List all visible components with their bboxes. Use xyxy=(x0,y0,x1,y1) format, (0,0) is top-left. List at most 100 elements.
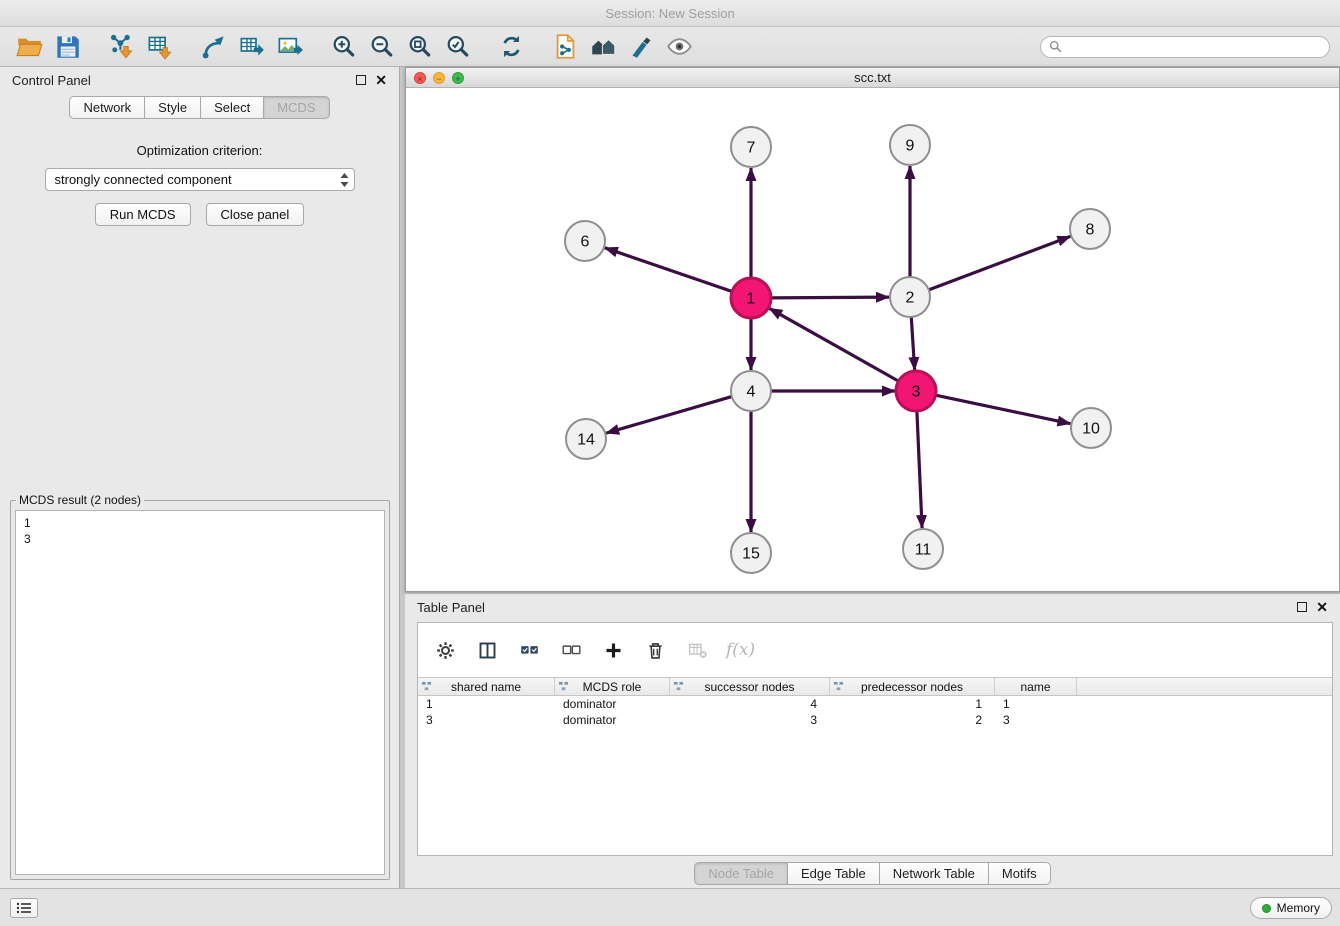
delete-column-button[interactable] xyxy=(642,637,668,663)
cell-shared-name[interactable]: 3 xyxy=(418,712,555,728)
cell-successor-nodes[interactable]: 4 xyxy=(670,696,830,712)
stepper-arrows-icon xyxy=(339,172,350,188)
close-table-panel-icon[interactable]: ✕ xyxy=(1316,602,1328,612)
window-close-icon[interactable]: × xyxy=(414,72,426,84)
graph-edge-2-3[interactable] xyxy=(911,317,914,370)
graph-edge-2-8[interactable] xyxy=(929,236,1071,290)
delete-table-icon xyxy=(687,640,708,661)
tab-mcds[interactable]: MCDS xyxy=(263,96,329,119)
export-network-button[interactable] xyxy=(194,30,232,64)
graph-node-label-9: 9 xyxy=(906,138,915,155)
task-history-button[interactable] xyxy=(10,898,38,918)
tab-motifs[interactable]: Motifs xyxy=(988,862,1051,885)
column-header-successor-nodes[interactable]: successor nodes xyxy=(670,678,830,695)
cell-name[interactable]: 1 xyxy=(995,696,1077,712)
table-row[interactable]: 3 dominator 3 2 3 xyxy=(418,712,1332,728)
network-window: × − + scc.txt 7968124314101511 xyxy=(405,67,1340,592)
column-header-mcds-role[interactable]: MCDS role xyxy=(555,678,670,695)
cell-name[interactable]: 3 xyxy=(995,712,1077,728)
run-mcds-button[interactable]: Run MCDS xyxy=(95,203,191,226)
graph-node-label-11: 11 xyxy=(915,542,932,559)
attribute-icon xyxy=(421,681,432,692)
tab-network[interactable]: Network xyxy=(69,96,145,119)
optimization-criterion-label: Optimization criterion: xyxy=(0,143,399,158)
function-builder-label: f(x) xyxy=(726,640,755,660)
tab-select[interactable]: Select xyxy=(200,96,264,119)
deselect-all-button[interactable] xyxy=(558,637,584,663)
cell-mcds-role[interactable]: dominator xyxy=(555,696,670,712)
show-hide-button[interactable] xyxy=(660,30,698,64)
graph-edge-1-2[interactable] xyxy=(771,297,889,298)
float-table-panel-icon[interactable] xyxy=(1297,602,1307,612)
cell-shared-name[interactable]: 1 xyxy=(418,696,555,712)
import-table-button[interactable] xyxy=(140,30,178,64)
graph-node-label-8: 8 xyxy=(1086,222,1095,239)
graph-edge-1-6[interactable] xyxy=(605,248,732,292)
close-panel-button[interactable]: Close panel xyxy=(206,203,305,226)
open-file-button[interactable] xyxy=(10,30,48,64)
table-row[interactable]: 1 dominator 4 1 1 xyxy=(418,696,1332,712)
search-input[interactable] xyxy=(1067,40,1321,54)
graph-edge-4-14[interactable] xyxy=(606,397,732,434)
zoom-fit-button[interactable] xyxy=(400,30,438,64)
style-button[interactable] xyxy=(622,30,660,64)
close-panel-icon[interactable]: ✕ xyxy=(375,75,387,85)
search-icon xyxy=(1049,40,1062,53)
optimization-criterion-select[interactable]: strongly connected component xyxy=(45,168,355,191)
save-session-button[interactable] xyxy=(48,30,86,64)
network-graph[interactable]: 7968124314101511 xyxy=(406,88,1339,591)
graph-node-label-7: 7 xyxy=(747,140,756,157)
import-network-icon xyxy=(108,33,135,60)
mcds-result-title: MCDS result (2 nodes) xyxy=(16,493,144,507)
table-header-row: shared name MCDS role successor nodes pr… xyxy=(418,677,1332,696)
window-zoom-icon[interactable]: + xyxy=(452,72,464,84)
tab-style[interactable]: Style xyxy=(144,96,201,119)
zoom-in-button[interactable] xyxy=(324,30,362,64)
export-table-button[interactable] xyxy=(232,30,270,64)
zoom-selected-button[interactable] xyxy=(438,30,476,64)
graph-node-label-10: 10 xyxy=(1082,421,1100,438)
memory-button[interactable]: Memory xyxy=(1250,897,1332,919)
network-window-titlebar[interactable]: × − + scc.txt xyxy=(406,68,1339,88)
cell-predecessor-nodes[interactable]: 2 xyxy=(830,712,995,728)
home-button[interactable] xyxy=(584,30,622,64)
table-panel-header: Table Panel ✕ xyxy=(405,594,1340,620)
cell-predecessor-nodes[interactable]: 1 xyxy=(830,696,995,712)
show-columns-button[interactable] xyxy=(474,637,500,663)
search-box[interactable] xyxy=(1040,36,1330,58)
graph-edge-3-11[interactable] xyxy=(917,411,922,528)
zoom-out-button[interactable] xyxy=(362,30,400,64)
cell-successor-nodes[interactable]: 3 xyxy=(670,712,830,728)
float-panel-icon[interactable] xyxy=(356,75,366,85)
column-header-predecessor-nodes[interactable]: predecessor nodes xyxy=(830,678,995,695)
cell-mcds-role[interactable]: dominator xyxy=(555,712,670,728)
window-minimize-icon[interactable]: − xyxy=(433,72,445,84)
mcds-result-group: MCDS result (2 nodes) 1 3 xyxy=(10,493,390,880)
column-header-shared-name[interactable]: shared name xyxy=(418,678,555,695)
refresh-button[interactable] xyxy=(492,30,530,64)
graph-node-label-1: 1 xyxy=(747,291,756,308)
mcds-result-list[interactable]: 1 3 xyxy=(15,510,385,875)
column-header-name[interactable]: name xyxy=(995,678,1077,695)
zoom-selected-icon xyxy=(444,33,471,60)
paintbrush-icon xyxy=(628,33,655,60)
select-all-button[interactable] xyxy=(516,637,542,663)
network-from-file-button[interactable] xyxy=(546,30,584,64)
table-settings-button[interactable] xyxy=(432,637,458,663)
tab-network-table[interactable]: Network Table xyxy=(879,862,989,885)
control-panel: Control Panel ✕ Network Style Select MCD… xyxy=(0,67,400,888)
add-column-button[interactable] xyxy=(600,637,626,663)
graph-node-label-3: 3 xyxy=(912,384,921,401)
document-network-icon xyxy=(552,33,579,60)
app-window: Session: New Session xyxy=(0,0,1340,926)
graph-edge-3-1[interactable] xyxy=(769,308,898,381)
memory-status-icon xyxy=(1262,904,1271,913)
import-network-button[interactable] xyxy=(102,30,140,64)
plus-icon xyxy=(603,640,624,661)
table-panel-title: Table Panel xyxy=(417,600,485,615)
graph-edge-3-10[interactable] xyxy=(936,395,1071,424)
main-toolbar xyxy=(0,27,1340,67)
tab-edge-table[interactable]: Edge Table xyxy=(787,862,880,885)
tab-node-table[interactable]: Node Table xyxy=(694,862,788,885)
export-image-button[interactable] xyxy=(270,30,308,64)
